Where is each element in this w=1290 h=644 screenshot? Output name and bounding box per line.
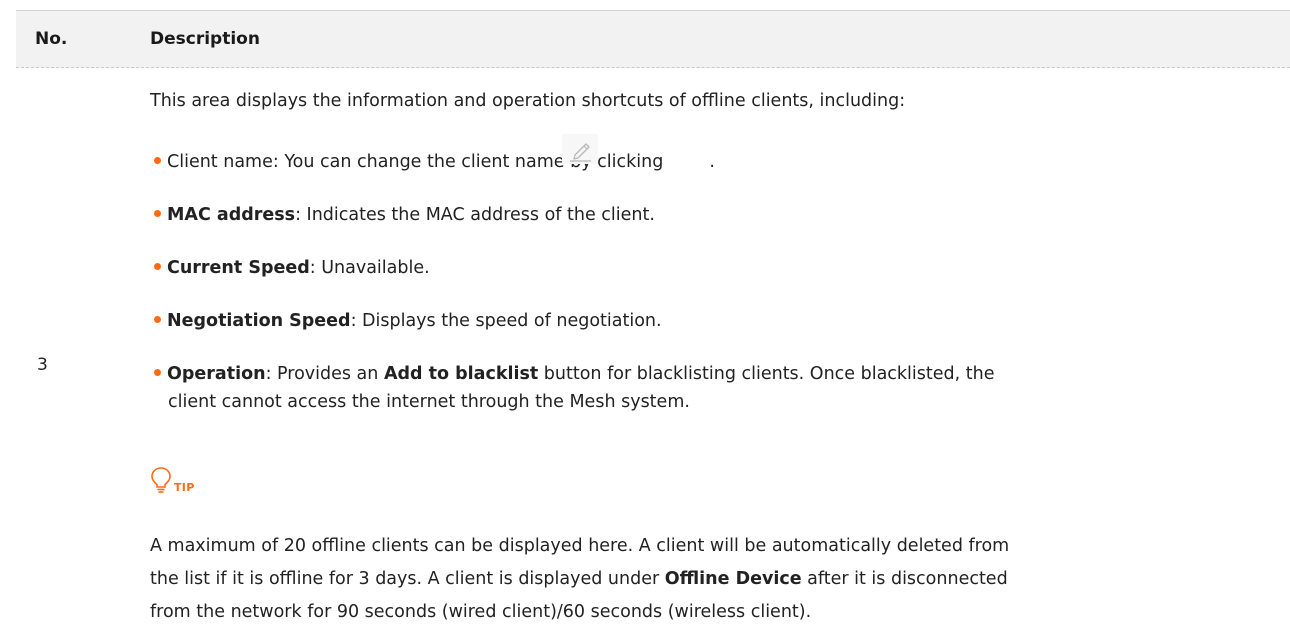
bullet-label-2: Add to blacklist bbox=[383, 364, 539, 384]
bullet-suffix: . bbox=[709, 152, 715, 172]
bullet-negotiation-speed: Negotiation Speed: Displays the speed of… bbox=[154, 309, 662, 333]
bullet-operation: Operation: Provides an Add to blacklist … bbox=[154, 362, 994, 386]
bullet-text: : Displays the speed of negotiation. bbox=[350, 311, 662, 331]
header-no: No. bbox=[35, 29, 68, 49]
bullet-dot bbox=[154, 263, 161, 270]
row-number: 3 bbox=[37, 355, 48, 375]
bullet-dot bbox=[154, 157, 161, 164]
bullet-text: : Unavailable. bbox=[309, 258, 430, 278]
bullet-dot bbox=[154, 210, 161, 217]
bullet-text-b: button for blacklisting clients. Once bl… bbox=[538, 364, 995, 384]
bullet-current-speed: Current Speed: Unavailable. bbox=[154, 256, 430, 280]
header-description: Description bbox=[150, 29, 260, 49]
description-table: No. Description 3 This area displays the… bbox=[16, 0, 1290, 644]
bullet-operation-continued: client cannot access the internet throug… bbox=[168, 392, 690, 412]
tip-line-2: the list if it is offline for 3 days. A … bbox=[150, 567, 1008, 591]
bullet-text: : Indicates the MAC address of the clien… bbox=[295, 205, 655, 225]
bullet-text: : Provides an bbox=[265, 364, 384, 384]
table-header: No. Description bbox=[16, 10, 1290, 68]
tip-line-1: A maximum of 20 offline clients can be d… bbox=[150, 536, 1010, 556]
bullet-label: Current Speed bbox=[167, 258, 310, 278]
bullet-label: Operation bbox=[167, 364, 266, 384]
lightbulb-icon bbox=[151, 467, 171, 493]
bullet-mac-address: MAC address: Indicates the MAC address o… bbox=[154, 203, 655, 227]
tip-line-2-b: after it is disconnected bbox=[801, 569, 1008, 589]
tip-label: TIP bbox=[174, 481, 195, 494]
bullet-dot bbox=[154, 316, 161, 323]
pencil-icon[interactable] bbox=[562, 134, 598, 164]
tip-line-2-bold: Offline Device bbox=[664, 569, 802, 589]
tip-line-2-a: the list if it is offline for 3 days. A … bbox=[150, 569, 665, 589]
bullet-label: Negotiation Speed bbox=[167, 311, 351, 331]
bullet-dot bbox=[154, 369, 161, 376]
bullet-client-name: Client name: You can change the client n… bbox=[154, 150, 715, 174]
intro-text: This area displays the information and o… bbox=[150, 91, 906, 111]
tip-line-3: from the network for 90 seconds (wired c… bbox=[150, 602, 812, 622]
bullet-label: MAC address bbox=[167, 205, 296, 225]
